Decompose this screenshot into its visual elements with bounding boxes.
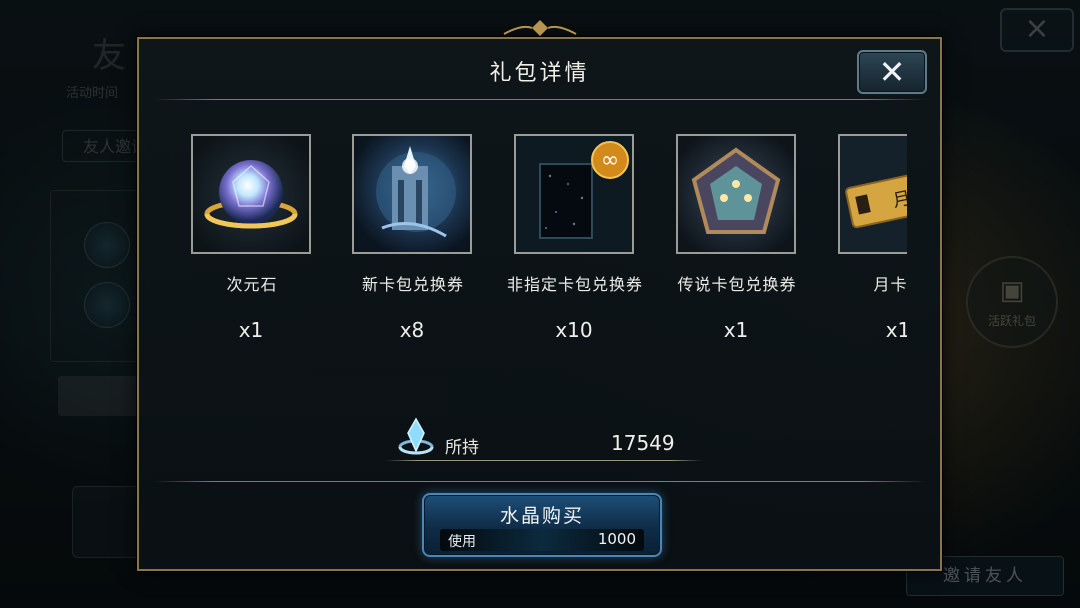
item-quantity: x10	[555, 318, 593, 342]
gift-item[interactable]: 次元石 x1	[191, 134, 313, 349]
cost-bar: 使用 1000	[440, 529, 644, 551]
cost-label: 使用	[448, 534, 476, 550]
gift-item[interactable]: 传说卡包兑换券 x1	[676, 134, 798, 349]
gift-pack-details-dialog: 礼包详情 ✕ 次元石 x1 新卡包兑换券 x8 ∞ 非指定卡包兑换券 x10 传…	[137, 37, 942, 571]
owned-label: 所持	[445, 438, 479, 458]
dialog-title: 礼包详情	[489, 61, 590, 86]
new-card-pack-ticket-icon	[354, 136, 470, 252]
crystal-purchase-button[interactable]: 水晶购买 使用 1000	[422, 493, 662, 557]
owned-crystal-count: 17549	[611, 431, 675, 455]
owned-underline	[385, 460, 703, 461]
gift-item[interactable]: ∞ 非指定卡包兑换券 x10	[507, 134, 642, 349]
frame-ornament	[503, 20, 577, 36]
unspecified-card-pack-ticket-icon: ∞	[516, 136, 632, 252]
title-divider	[153, 99, 926, 100]
dimension-stone-icon	[193, 136, 309, 252]
close-button[interactable]: ✕	[857, 50, 927, 94]
item-name: 非指定卡包兑换券	[506, 275, 643, 294]
cost-value: 1000	[597, 530, 636, 548]
item-frame: 月卡	[838, 134, 907, 254]
bottom-divider	[153, 481, 926, 482]
gift-item[interactable]: 月卡 月卡兑 x1	[838, 134, 907, 349]
purchase-button-label: 水晶购买	[499, 505, 584, 527]
item-quantity: x1	[885, 318, 907, 342]
close-icon: ✕	[878, 53, 906, 91]
item-quantity: x1	[238, 318, 264, 342]
item-frame	[676, 134, 796, 254]
gift-item-list[interactable]: 次元石 x1 新卡包兑换券 x8 ∞ 非指定卡包兑换券 x10 传说卡包兑换券 …	[191, 134, 907, 354]
item-name: 月卡兑	[873, 275, 907, 294]
item-frame	[191, 134, 311, 254]
crystal-icon	[398, 417, 434, 455]
item-quantity: x8	[399, 318, 425, 342]
item-name: 传说卡包兑换券	[677, 275, 797, 294]
gift-item[interactable]: 新卡包兑换券 x8	[352, 134, 474, 349]
item-name: 次元石	[226, 275, 278, 294]
item-frame: ∞	[514, 134, 634, 254]
item-quantity: x1	[723, 318, 749, 342]
legend-card-pack-ticket-icon	[678, 136, 794, 252]
item-name: 新卡包兑换券	[361, 275, 464, 294]
svg-text:∞: ∞	[601, 148, 619, 173]
item-frame	[352, 134, 472, 254]
monthly-card-ticket-icon: 月卡	[840, 136, 907, 252]
